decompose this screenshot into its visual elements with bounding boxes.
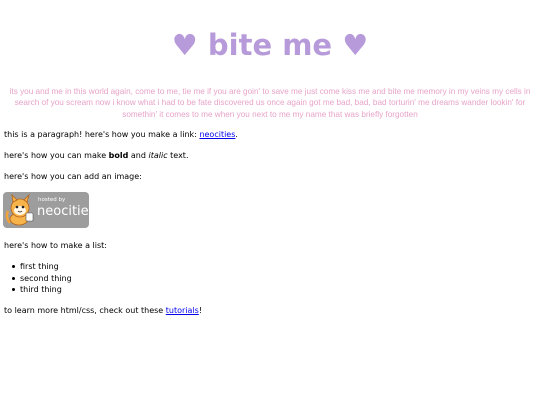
italic-text: italic: [148, 151, 168, 160]
tutorials-link[interactable]: tutorials: [166, 306, 199, 315]
list-item-label: second thing: [20, 273, 72, 283]
formatting-text-2: and: [128, 151, 149, 160]
list-item-label: third thing: [20, 285, 62, 294]
list-item: third thing: [0, 284, 72, 296]
badge-big-text: neocities: [37, 204, 89, 219]
list-item: first thing: [0, 261, 72, 273]
formatting-text-3: text.: [167, 151, 189, 160]
paragraph-formatting: here's how you can make bold and italic …: [4, 150, 188, 161]
paragraph-period: .: [235, 130, 238, 139]
tutorials-text: to learn more html/css, check out these: [4, 306, 166, 315]
list-item-label: first thing: [20, 262, 59, 271]
tutorials-exclaim: !: [198, 306, 203, 315]
bullet-icon: [12, 276, 15, 280]
paragraph-text: this is a paragraph! here's how you make…: [4, 130, 200, 139]
list-item: second thing: [0, 273, 72, 285]
neocities-cat-icon: [5, 193, 34, 226]
paragraph-link: this is a paragraph! here's how you make…: [4, 129, 238, 140]
formatting-text-1: here's how you can make: [4, 151, 109, 160]
bullet-icon: [12, 265, 15, 268]
paragraph-tutorials: to learn more html/css, check out these …: [4, 305, 202, 316]
paragraph-list: here's how to make a list:: [4, 241, 107, 250]
lyrics-text: its you and me in this world again, come…: [9, 87, 531, 119]
neocities-badge[interactable]: hosted by neocities: [3, 192, 89, 228]
bullet-list: first thing second thing third thing: [0, 261, 72, 296]
neocities-link[interactable]: neocities: [199, 130, 235, 139]
page-title: ♥ bite me ♥: [171, 28, 369, 62]
bold-text: bold: [108, 151, 129, 160]
bullet-icon: [12, 288, 15, 291]
paragraph-image: here's how you can add an image:: [4, 172, 142, 181]
